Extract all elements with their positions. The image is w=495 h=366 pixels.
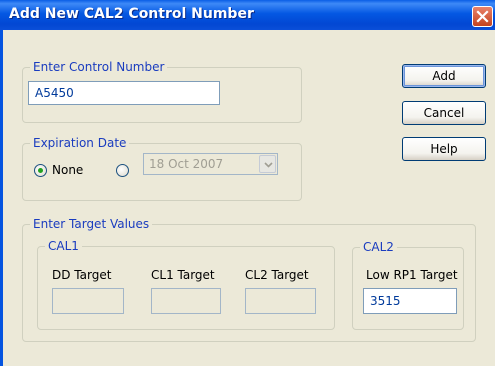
cl2-target-label: CL2 Target [245, 268, 309, 282]
low-rp1-target-label: Low RP1 Target [366, 268, 458, 282]
cancel-button[interactable]: Cancel [402, 101, 486, 125]
expiration-date-combo: 18 Oct 2007 [143, 153, 278, 175]
cl1-target-label: CL1 Target [151, 268, 215, 282]
control-number-group-label: Enter Control Number [30, 60, 168, 74]
add-button[interactable]: Add [402, 64, 486, 88]
dd-target-label: DD Target [52, 268, 112, 282]
dd-target-input[interactable] [52, 288, 124, 314]
cl1-target-input[interactable] [151, 288, 221, 314]
cal1-group-label: CAL1 [45, 239, 82, 253]
window-frame [0, 30, 3, 366]
target-values-group-label: Enter Target Values [30, 217, 153, 231]
title-bar[interactable]: Add New CAL2 Control Number [0, 0, 495, 30]
control-number-input[interactable] [28, 81, 220, 105]
date-dropdown-button [259, 155, 276, 173]
none-radio[interactable] [34, 164, 47, 177]
cal2-group-label: CAL2 [360, 240, 397, 254]
expiration-date-group-label: Expiration Date [30, 136, 130, 150]
expiration-date-value: 18 Oct 2007 [149, 157, 224, 171]
help-button[interactable]: Help [402, 137, 486, 161]
close-icon [476, 10, 489, 23]
radio-selected-dot [38, 168, 43, 173]
cl2-target-input[interactable] [245, 288, 316, 314]
close-button[interactable] [472, 6, 493, 27]
low-rp1-target-input[interactable] [363, 288, 457, 314]
date-radio[interactable] [116, 164, 129, 177]
chevron-down-icon [264, 162, 273, 168]
window-title: Add New CAL2 Control Number [9, 6, 254, 22]
none-radio-label[interactable]: None [52, 163, 83, 177]
